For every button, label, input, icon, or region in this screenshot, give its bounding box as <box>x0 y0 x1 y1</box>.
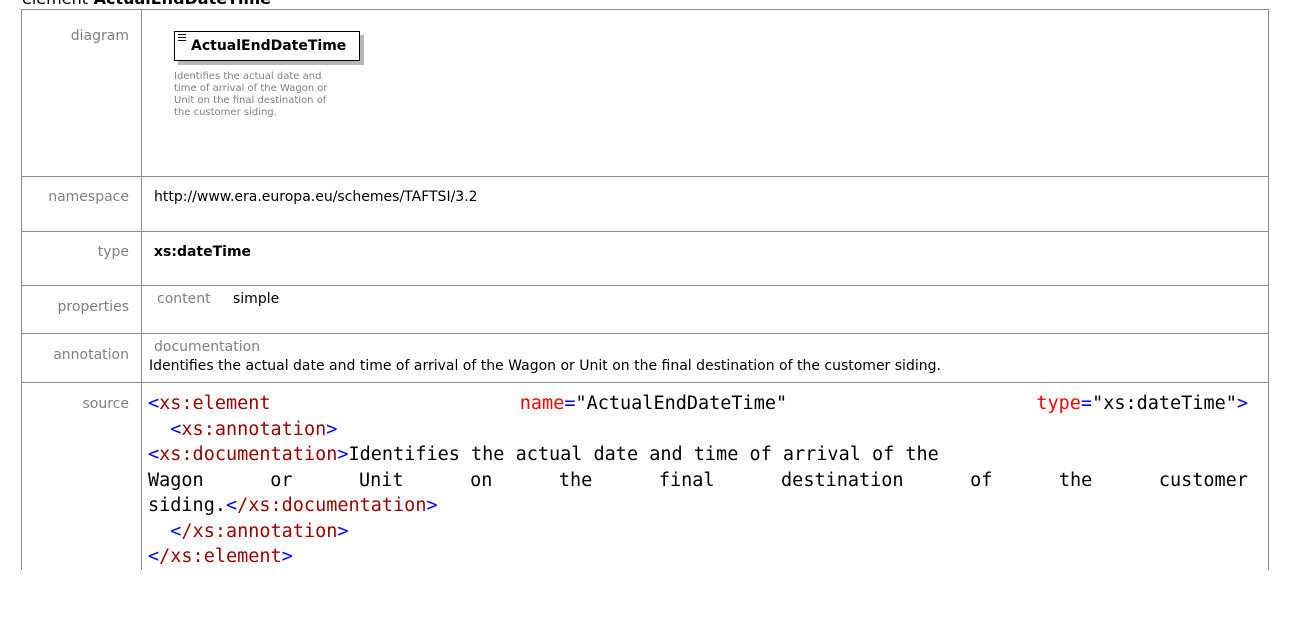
source-cell: <xs:element name="ActualEndDateTime" typ… <box>141 382 1269 570</box>
heading-kind: element <box>22 0 88 8</box>
annotation-key: documentation <box>154 339 261 355</box>
annotation-cell: documentation Identifies the actual date… <box>141 333 1269 383</box>
code-word: final <box>658 469 715 491</box>
namespace-label: namespace <box>21 176 142 232</box>
source-code: <xs:element name="ActualEndDateTime" typ… <box>148 391 1268 570</box>
annotation-label: annotation <box>21 333 142 383</box>
code-word: the <box>558 469 593 491</box>
properties-row: properties content simple <box>21 285 1269 334</box>
properties-label: properties <box>21 285 142 334</box>
type-value[interactable]: xs:dateTime <box>141 231 1269 286</box>
code-word: customer <box>1158 469 1248 491</box>
code-line-1: <xs:element name="ActualEndDateTime" typ… <box>148 393 1248 414</box>
heading-element-name: ActualEndDateTime <box>94 0 271 8</box>
code-word: Unit <box>359 469 404 491</box>
code-word: of <box>970 469 993 491</box>
code-word: destination <box>781 469 904 491</box>
type-label: type <box>21 231 142 286</box>
namespace-value: http://www.era.europa.eu/schemes/TAFTSI/… <box>141 176 1269 232</box>
element-box[interactable]: ActualEndDateTime <box>174 31 360 61</box>
diagram-element-name: ActualEndDateTime <box>191 38 347 54</box>
code-line-4: Wagon or Unit on the final destination of the cus… <box>148 468 1248 494</box>
type-row: type xs:dateTime <box>21 231 1269 286</box>
source-label: source <box>21 382 142 570</box>
element-doc-table: diagram ActualEndDateTime Identifies the… <box>21 9 1269 570</box>
properties-cell: content simple <box>141 285 1269 334</box>
annotation-row: annotation documentation Identifies the … <box>21 333 1269 383</box>
code-line-2: <xs:annotation> <box>170 418 338 440</box>
source-row: source <xs:element name="ActualEndDateTi… <box>21 382 1269 570</box>
code-line-5: siding.</xs:documentation> <box>148 495 438 516</box>
property-value: simple <box>233 291 280 307</box>
diagram-label: diagram <box>21 9 142 177</box>
code-line-6: </xs:annotation> <box>170 520 349 542</box>
code-line-3: <xs:documentation>Identifies the actual … <box>148 444 939 465</box>
diagram-cell: ActualEndDateTime Identifies the actual … <box>141 9 1269 177</box>
code-word: on <box>470 469 493 491</box>
annotation-text: Identifies the actual date and time of a… <box>149 358 941 374</box>
code-line-7: </xs:element> <box>148 546 293 567</box>
element-diagram: ActualEndDateTime Identifies the actual … <box>168 23 368 153</box>
diagram-row: diagram ActualEndDateTime Identifies the… <box>21 9 1269 177</box>
namespace-row: namespace http://www.era.europa.eu/schem… <box>21 176 1269 232</box>
diagram-description: Identifies the actual date and time of a… <box>174 71 328 118</box>
property-key: content <box>157 291 211 307</box>
code-word: Wagon <box>148 469 204 491</box>
page-heading: element ActualEndDateTime <box>22 0 271 8</box>
code-word: or <box>270 469 293 491</box>
element-lines-icon <box>178 34 186 42</box>
code-word: the <box>1058 469 1093 491</box>
